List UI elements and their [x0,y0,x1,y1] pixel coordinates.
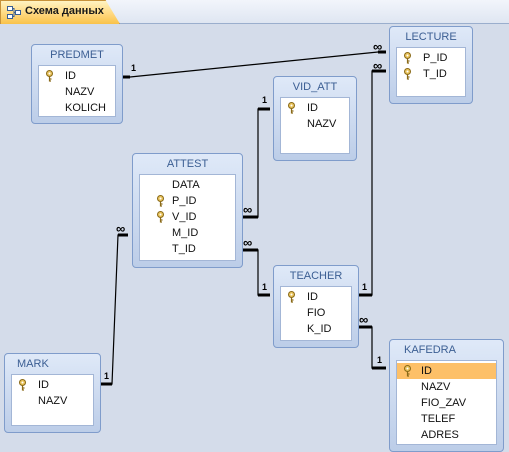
field-name: ID [38,379,49,391]
table-title: LECTURE [405,31,457,43]
table-attest[interactable]: ATTEST DATA P_ID V_ID M_ID T_ID [132,153,243,268]
field-row[interactable]: V_ID [140,209,235,225]
relation-line-predmet-lecture [121,51,386,78]
cardinality-many: ∞ [373,58,382,73]
field-row[interactable]: P_ID [140,193,235,209]
field-list: P_ID T_ID [396,47,466,97]
field-row[interactable]: TELEF [397,411,496,427]
field-list: ID NAZV FIO_ZAV TELEF ADRES [396,360,497,445]
cardinality-many: ∞ [243,202,252,217]
field-row[interactable]: ADRES [397,427,496,443]
field-list: ID FIO K_ID [280,286,352,341]
field-row[interactable]: KOLICH [39,100,115,116]
field-name: KOLICH [65,102,106,114]
cardinality-one: 1 [377,355,383,365]
table-mark[interactable]: MARK ID NAZV [4,353,101,433]
cardinality-one: 1 [104,371,110,381]
field-name: P_ID [172,195,197,207]
field-name: T_ID [172,243,196,255]
field-name: K_ID [307,323,332,335]
cardinality-many: ∞ [359,312,368,327]
field-name: ADRES [421,429,459,441]
cardinality-one: 1 [262,282,268,292]
table-kafedra[interactable]: KAFEDRA ID NAZV FIO_ZAV TELEF ADRES [389,339,504,452]
field-name: ID [307,291,318,303]
key-icon [404,52,411,64]
field-row[interactable]: ID [39,68,115,84]
relation-line-teacher-lecture [359,70,386,296]
tab-data-schema[interactable]: Схема данных [0,0,120,24]
key-icon [288,291,295,303]
field-name: NAZV [421,381,451,393]
field-row[interactable]: NAZV [12,393,93,409]
cardinality-one: 1 [262,95,268,105]
field-name: NAZV [38,395,68,407]
field-row[interactable]: NAZV [397,379,496,395]
field-row[interactable]: ID [281,289,351,305]
field-name: FIO [307,307,326,319]
field-row[interactable]: ID [12,377,93,393]
field-row[interactable]: NAZV [39,84,115,100]
key-icon [404,68,411,80]
table-title: VID_ATT [292,81,338,93]
field-row[interactable]: T_ID [140,241,235,257]
key-icon [404,365,411,377]
table-predmet[interactable]: PREDMET ID NAZV KOLICH [31,44,123,124]
field-name: ID [421,365,432,377]
tab-label: Схема данных [25,5,104,17]
field-row[interactable]: K_ID [281,321,351,337]
field-name: DATA [172,179,200,191]
relation-line-mark-attest [101,234,128,385]
field-row[interactable]: P_ID [397,50,465,66]
table-title: PREDMET [50,49,104,61]
key-icon [157,211,164,223]
field-name: ID [65,70,76,82]
cardinality-one: 1 [362,282,368,292]
table-lecture[interactable]: LECTURE P_ID T_ID [389,26,473,104]
cardinality-many: ∞ [116,221,125,236]
cardinality-one: 1 [131,63,137,73]
field-name: V_ID [172,211,197,223]
field-row[interactable]: M_ID [140,225,235,241]
field-list: ID NAZV [280,97,350,154]
document-tab-bar: Схема данных [0,0,509,24]
field-name: ID [307,102,318,114]
field-name: TELEF [421,413,456,425]
field-name: FIO_ZAV [421,397,467,409]
table-title: ATTEST [166,158,209,170]
table-title: TEACHER [289,270,343,282]
table-title: MARK [17,358,49,370]
relationships-canvas[interactable]: 1 ∞ ∞ 1 ∞ 1 1 ∞ ∞ 1 1 ∞ PREDMET ID NAZV … [0,25,509,452]
table-vid-att[interactable]: VID_ATT ID NAZV [273,76,357,161]
field-list: ID NAZV KOLICH [38,65,116,117]
field-name: NAZV [307,118,337,130]
field-list: ID NAZV [11,374,94,426]
table-title: KAFEDRA [404,344,456,356]
field-name: NAZV [65,86,95,98]
field-row[interactable]: T_ID [397,66,465,82]
relationships-icon [7,6,21,19]
field-name: T_ID [423,68,447,80]
field-row[interactable]: ID [281,100,349,116]
field-row-selected[interactable]: ID [397,363,496,379]
relation-line-attest-vidatt [243,108,270,218]
field-name: P_ID [423,52,448,64]
key-icon [288,102,295,114]
field-row[interactable]: DATA [140,177,235,193]
cardinality-many: ∞ [243,235,252,250]
cardinality-many: ∞ [373,39,382,54]
key-icon [157,195,164,207]
field-row[interactable]: FIO [281,305,351,321]
table-teacher[interactable]: TEACHER ID FIO K_ID [273,265,359,348]
field-name: M_ID [172,227,199,239]
key-icon [46,70,53,82]
field-list: DATA P_ID V_ID M_ID T_ID [139,174,236,261]
field-row[interactable]: FIO_ZAV [397,395,496,411]
field-row[interactable]: NAZV [281,116,349,132]
key-icon [19,379,26,391]
